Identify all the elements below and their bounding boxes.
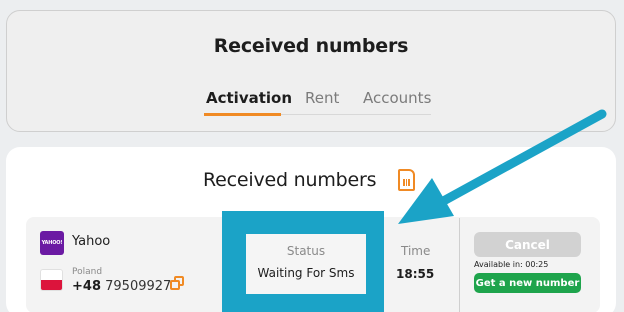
active-tab-indicator xyxy=(204,113,281,116)
tab-accounts[interactable]: Accounts xyxy=(363,89,431,107)
copy-icon[interactable] xyxy=(170,276,184,290)
page-title: Received numbers xyxy=(213,35,409,57)
sim-card-icon[interactable] xyxy=(398,169,415,191)
status-cell: Status Waiting For Sms xyxy=(246,234,366,294)
header-card: Received numbers Activation Rent Account… xyxy=(6,10,616,132)
status-label: Status xyxy=(286,244,326,258)
column-divider xyxy=(459,218,460,312)
phone-digits: 795099271 xyxy=(105,279,180,294)
phone-number: +48 795099271 xyxy=(72,279,180,294)
status-value: Waiting For Sms xyxy=(257,266,355,280)
tab-activation[interactable]: Activation xyxy=(206,89,292,107)
time-value: 18:55 xyxy=(396,267,435,281)
cancel-button[interactable]: Cancel xyxy=(474,232,581,257)
get-new-number-button[interactable]: Get a new number xyxy=(474,273,581,293)
poland-flag-icon xyxy=(40,269,63,291)
available-countdown: Available in: 00:25 xyxy=(474,260,549,269)
tab-bar: Activation Rent Accounts xyxy=(204,81,431,116)
time-label: Time xyxy=(401,244,431,258)
service-name: Yahoo xyxy=(72,234,111,249)
section-title: Received numbers xyxy=(203,169,377,191)
phone-prefix: +48 xyxy=(72,279,101,294)
country-name: Poland xyxy=(72,267,103,277)
tab-rent[interactable]: Rent xyxy=(305,89,339,107)
yahoo-logo-icon: YAHOO! xyxy=(40,231,64,255)
